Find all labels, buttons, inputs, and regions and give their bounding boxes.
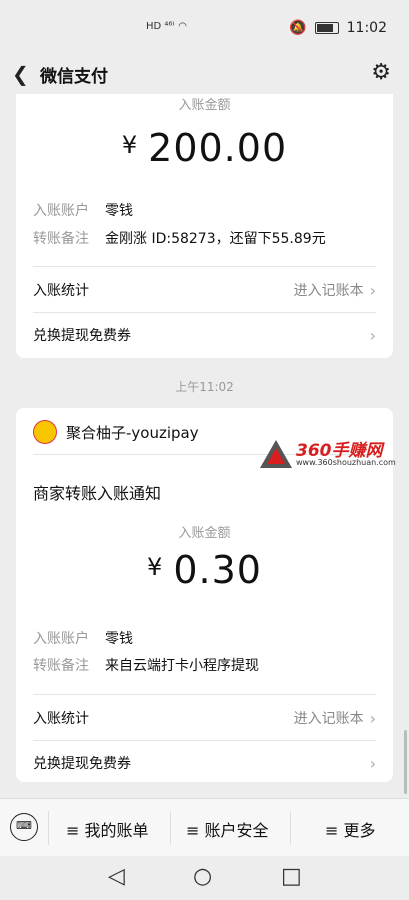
divider xyxy=(33,266,376,267)
menu-more[interactable]: ≡ 更多 xyxy=(325,817,376,841)
stats-row[interactable]: 入账统计 进入记账本 › xyxy=(33,708,376,728)
stats-action[interactable]: 进入记账本 › xyxy=(294,280,376,300)
battery-icon xyxy=(314,22,339,34)
account-key: 入账账户 xyxy=(33,203,89,219)
stats-label: 入账统计 xyxy=(33,283,89,299)
amount-number: 0.30 xyxy=(173,548,262,592)
stats-row[interactable]: 入账统计 进入记账本 › xyxy=(33,280,376,300)
chevron-right-icon: › xyxy=(369,708,376,728)
amount-value: ¥200.00 xyxy=(16,126,393,170)
chevron-right-icon: › xyxy=(369,753,376,773)
stats-action-text: 进入记账本 xyxy=(293,283,364,299)
menu-separator xyxy=(48,811,49,845)
wifi-icon: ◠ xyxy=(178,21,188,32)
note-key: 转账备注 xyxy=(33,231,89,247)
menu-separator xyxy=(290,811,291,845)
coupon-label: 兑换提现免费券 xyxy=(33,328,131,344)
account-key: 入账账户 xyxy=(33,631,89,647)
keyboard-icon[interactable]: ⌨ xyxy=(10,813,38,841)
stats-label: 入账统计 xyxy=(33,711,89,727)
coupon-row[interactable]: 兑换提现免费券 › xyxy=(33,753,376,773)
currency-symbol: ¥ xyxy=(121,131,139,159)
merchant-logo xyxy=(33,420,57,444)
account-value: 零钱 xyxy=(105,631,133,647)
menu-separator xyxy=(170,811,171,845)
merchant-name[interactable]: 聚合柚子-youzipay xyxy=(66,422,199,443)
watermark: 360手赚网 www.360shouzhuan.com xyxy=(258,436,398,472)
menu-my-bills[interactable]: ≡ 我的账单 xyxy=(66,817,149,841)
coupon-row[interactable]: 兑换提现免费券 › xyxy=(33,325,376,345)
account-row: 入账账户 零钱 xyxy=(33,200,133,220)
note-value: 来自云端打卡小程序提现 xyxy=(105,658,259,674)
notice-title: 商家转账入账通知 xyxy=(33,484,162,503)
gear-icon[interactable]: ⚙ xyxy=(371,60,391,85)
nav-recents-icon[interactable]: □ xyxy=(281,864,302,889)
coupon-label: 兑换提现免费券 xyxy=(33,756,131,772)
mute-bell-icon: 🔕 xyxy=(289,20,307,36)
amount-number: 200.00 xyxy=(148,126,288,170)
currency-symbol: ¥ xyxy=(147,553,164,581)
watermark-url: www.360shouzhuan.com xyxy=(296,458,396,467)
back-icon[interactable]: ❮ xyxy=(12,62,29,86)
transfer-card-1: 入账金额 ¥200.00 入账账户 零钱 转账备注 金刚涨 ID:58273，还留下… xyxy=(16,94,393,358)
amount-value: ¥0.30 xyxy=(16,548,393,592)
nav-back-icon[interactable]: ◁ xyxy=(108,864,125,889)
note-key: 转账备注 xyxy=(33,658,89,674)
stats-action[interactable]: 进入记账本 › xyxy=(294,708,376,728)
nav-home-icon[interactable]: ○ xyxy=(193,864,212,889)
page-title: 微信支付 xyxy=(40,67,108,87)
status-right: 🔕 11:02 xyxy=(289,20,387,36)
message-timestamp: 上午11:02 xyxy=(175,380,234,394)
network-text: HD ⁴⁶ᴵ xyxy=(146,21,175,32)
stats-action-text: 进入记账本 xyxy=(293,711,364,727)
divider xyxy=(33,694,376,695)
title-bar: ❮ 微信支付 ⚙ xyxy=(0,52,409,94)
note-row: 转账备注 来自云端打卡小程序提现 xyxy=(33,655,259,675)
amount-label: 入账金额 xyxy=(178,98,231,113)
bottom-menu-bar: ⌨ ≡ 我的账单 ≡ 账户安全 ≡ 更多 xyxy=(0,798,409,857)
divider xyxy=(33,740,376,741)
divider xyxy=(33,312,376,313)
system-nav-bar: ◁ ○ □ xyxy=(0,856,409,900)
amount-label: 入账金额 xyxy=(178,526,231,541)
network-indicator: HD ⁴⁶ᴵ ◠ xyxy=(146,21,187,32)
status-bar: HD ⁴⁶ᴵ ◠ 🔕 11:02 xyxy=(0,0,409,52)
chevron-right-icon: › xyxy=(369,325,376,345)
clock: 11:02 xyxy=(346,20,387,36)
menu-account-security[interactable]: ≡ 账户安全 xyxy=(186,817,269,841)
account-row: 入账账户 零钱 xyxy=(33,628,133,648)
note-value: 金刚涨 ID:58273，还留下55.89元 xyxy=(105,231,326,247)
watermark-logo-icon xyxy=(260,440,292,468)
chevron-right-icon: › xyxy=(369,280,376,300)
scrollbar[interactable] xyxy=(404,730,407,794)
account-value: 零钱 xyxy=(105,203,133,219)
note-row: 转账备注 金刚涨 ID:58273，还留下55.89元 xyxy=(33,228,326,248)
